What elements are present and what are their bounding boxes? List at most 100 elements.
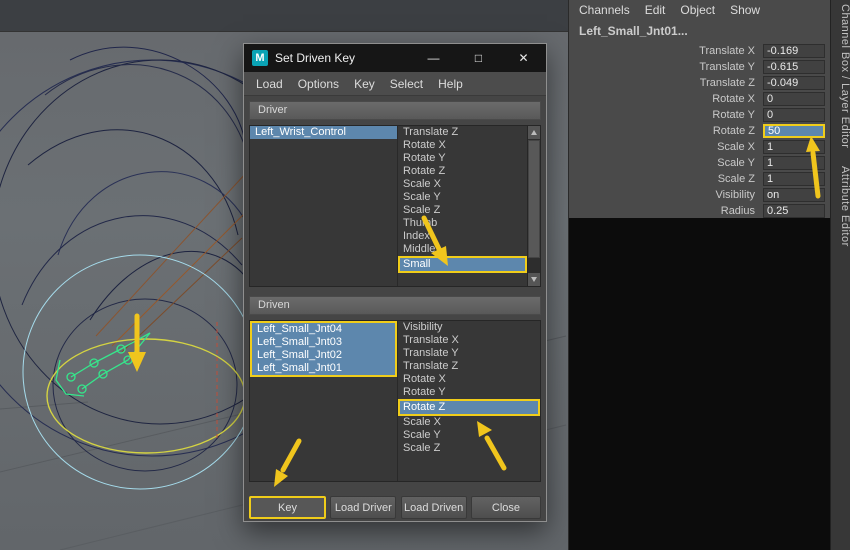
channel-row: Translate Z -0.049	[569, 75, 831, 91]
channel-value-field[interactable]: 1	[763, 156, 825, 170]
driver-attr-item[interactable]: Index	[398, 230, 527, 243]
driven-attr-item[interactable]: Scale X	[398, 416, 540, 429]
driven-list: Left_Small_Jnt04 Left_Small_Jnt03 Left_S…	[249, 320, 541, 482]
driver-attr-item[interactable]: Rotate Z	[398, 165, 527, 178]
driver-attr-item[interactable]: Rotate Y	[398, 152, 527, 165]
driven-attr-item[interactable]: Translate Y	[398, 347, 540, 360]
driver-attr-item[interactable]: Scale X	[398, 178, 527, 191]
menu-options[interactable]: Options	[298, 77, 339, 91]
channel-label[interactable]: Translate X	[569, 45, 763, 57]
channel-value-field-highlighted[interactable]: 50	[763, 124, 825, 138]
channel-attribute-rows: Translate X -0.169 Translate Y -0.615 Tran…	[569, 43, 831, 219]
driven-object-column: Left_Small_Jnt04 Left_Small_Jnt03 Left_S…	[250, 321, 398, 481]
channel-value-field[interactable]: 0.25	[763, 204, 825, 218]
driver-attr-item[interactable]: Thumb	[398, 217, 527, 230]
driver-list-scrollbar[interactable]	[527, 126, 540, 286]
dialog-title: Set Driven Key	[275, 51, 356, 65]
close-button[interactable]: Close	[470, 496, 541, 519]
channel-row: Rotate Y0	[569, 107, 831, 123]
menu-help[interactable]: Help	[438, 77, 463, 91]
channel-row: Rotate X0	[569, 91, 831, 107]
tab-channel-box-layer-editor[interactable]: Channel Box / Layer Editor	[831, 0, 850, 148]
driven-object-item[interactable]: Left_Small_Jnt02	[252, 349, 395, 362]
driven-object-item[interactable]: Left_Small_Jnt01	[252, 362, 395, 375]
driven-attr-item[interactable]: Translate Z	[398, 360, 540, 373]
channel-value-field[interactable]: 0	[763, 108, 825, 122]
driven-attr-item-selected[interactable]: Rotate Z	[398, 399, 540, 416]
driver-attr-item[interactable]: Scale Y	[398, 191, 527, 204]
load-driver-button[interactable]: Load Driver	[330, 496, 397, 519]
channel-row-rotate-z: Rotate Z 50	[569, 123, 831, 139]
driven-attr-item[interactable]: Translate X	[398, 334, 540, 347]
channel-value-field[interactable]: 1	[763, 172, 825, 186]
channel-label[interactable]: Translate Y	[569, 61, 763, 73]
maya-icon: M	[252, 50, 268, 66]
selected-object-name: Left_Small_Jnt01...	[579, 24, 688, 38]
driver-section-header: Driver	[249, 101, 541, 120]
channel-row: Visibility on	[569, 187, 831, 203]
channel-label[interactable]: Rotate Y	[569, 109, 763, 121]
channel-label[interactable]: Visibility	[569, 189, 763, 201]
maximize-icon[interactable]: □	[456, 44, 501, 72]
channel-row: Radius 0.25	[569, 203, 831, 219]
driven-attribute-column: Visibility Translate X Translate Y Trans…	[398, 321, 540, 481]
driver-attr-item[interactable]: Translate Z	[398, 126, 527, 139]
menu-channels[interactable]: Channels	[579, 3, 630, 17]
key-button[interactable]: Key	[249, 496, 326, 519]
menu-object[interactable]: Object	[680, 3, 715, 17]
channel-label[interactable]: Scale Z	[569, 173, 763, 185]
channel-box-menubar: Channels Edit Object Show	[569, 0, 831, 17]
panel-tab-strip: Channel Box / Layer Editor Attribute Edi…	[830, 0, 850, 550]
channel-row: Scale X1	[569, 139, 831, 155]
close-icon[interactable]: ✕	[501, 44, 546, 72]
dialog-titlebar[interactable]: M Set Driven Key — □ ✕	[244, 44, 546, 72]
channel-box-panel: Channels Edit Object Show Left_Small_Jnt…	[568, 0, 831, 550]
driven-attr-item[interactable]: Visibility	[398, 321, 540, 334]
driven-object-item[interactable]: Left_Small_Jnt03	[252, 336, 395, 349]
channel-row: Scale Y1	[569, 155, 831, 171]
menu-show[interactable]: Show	[730, 3, 760, 17]
load-driven-button[interactable]: Load Driven	[400, 496, 467, 519]
channel-value-field[interactable]: 1	[763, 140, 825, 154]
channel-row: Translate Y -0.615	[569, 59, 831, 75]
channel-box-content: Channels Edit Object Show Left_Small_Jnt…	[569, 0, 831, 218]
driven-section-header: Driven	[249, 296, 541, 315]
channel-label[interactable]: Radius	[569, 205, 763, 217]
tab-attribute-editor[interactable]: Attribute Editor	[831, 162, 850, 247]
driven-attr-item[interactable]: Scale Y	[398, 429, 540, 442]
scroll-thumb[interactable]	[528, 140, 540, 258]
set-driven-key-dialog: M Set Driven Key — □ ✕ Load Options Key …	[243, 43, 547, 522]
driver-object-column: Left_Wrist_Control	[250, 126, 398, 286]
scroll-up-button[interactable]	[528, 126, 540, 139]
channel-value-field[interactable]: 0	[763, 92, 825, 106]
driven-attr-item[interactable]: Rotate X	[398, 373, 540, 386]
triangle-up-icon	[531, 130, 537, 135]
channel-value-field[interactable]: -0.169	[763, 44, 825, 58]
menu-load[interactable]: Load	[256, 77, 283, 91]
channel-value-field[interactable]: -0.049	[763, 76, 825, 90]
channel-value-field[interactable]: -0.615	[763, 60, 825, 74]
channel-label[interactable]: Rotate X	[569, 93, 763, 105]
channel-label[interactable]: Scale Y	[569, 157, 763, 169]
driver-attr-item[interactable]: Rotate X	[398, 139, 527, 152]
driver-list: Left_Wrist_Control Translate Z Rotate X …	[249, 125, 541, 287]
menu-edit[interactable]: Edit	[645, 3, 666, 17]
scroll-down-button[interactable]	[528, 273, 540, 286]
dialog-button-row: Key Load Driver Load Driven Close	[249, 496, 541, 519]
driver-attr-item[interactable]: Scale Z	[398, 204, 527, 217]
driver-object-item[interactable]: Left_Wrist_Control	[250, 126, 397, 139]
driven-object-item[interactable]: Left_Small_Jnt04	[252, 323, 395, 336]
driver-attr-item[interactable]: Middle	[398, 243, 527, 256]
driver-attr-item-selected[interactable]: Small	[398, 256, 527, 273]
driven-attr-item[interactable]: Scale Z	[398, 442, 540, 455]
driven-attr-item[interactable]: Rotate Y	[398, 386, 540, 399]
channel-value-field[interactable]: on	[763, 188, 825, 202]
minimize-icon[interactable]: —	[411, 44, 456, 72]
driven-objects-selection-box: Left_Small_Jnt04 Left_Small_Jnt03 Left_S…	[250, 321, 397, 377]
menu-key[interactable]: Key	[354, 77, 375, 91]
channel-label[interactable]: Translate Z	[569, 77, 763, 89]
triangle-down-icon	[531, 277, 537, 282]
channel-label[interactable]: Scale X	[569, 141, 763, 153]
channel-label[interactable]: Rotate Z	[569, 125, 763, 137]
menu-select[interactable]: Select	[390, 77, 423, 91]
